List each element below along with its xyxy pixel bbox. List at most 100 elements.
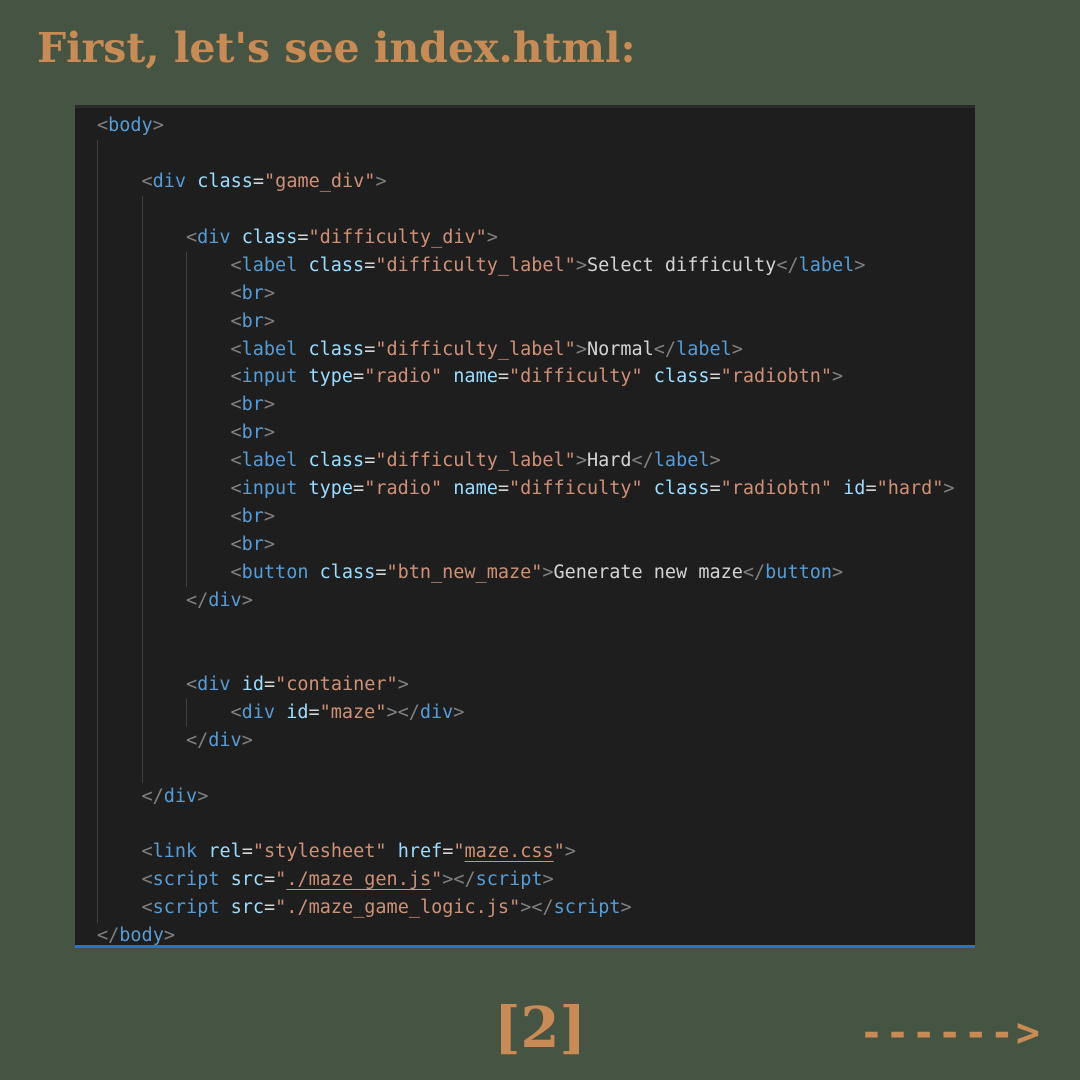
code-token: > bbox=[542, 562, 554, 583]
code-token: div bbox=[419, 701, 454, 723]
code-token: > bbox=[731, 338, 743, 360]
code-line: <br> bbox=[75, 503, 975, 531]
code-token: label bbox=[241, 338, 298, 360]
code-token: div bbox=[208, 729, 242, 751]
code-token: < bbox=[141, 869, 153, 891]
code-token: button bbox=[241, 562, 309, 583]
code-line: <br> bbox=[75, 391, 975, 419]
code-token: input bbox=[241, 366, 298, 388]
indent-guide bbox=[141, 195, 143, 783]
code-token: div bbox=[241, 701, 276, 723]
code-token: label bbox=[798, 254, 855, 276]
code-token: "radiobtn" bbox=[720, 478, 833, 500]
code-line: <div id="maze"></div> bbox=[75, 699, 975, 727]
code-token: < bbox=[230, 506, 242, 528]
code-token: "maze" bbox=[319, 701, 387, 723]
code-token: </ bbox=[186, 589, 209, 611]
code-token: = bbox=[364, 254, 376, 276]
code-token: "difficulty" bbox=[509, 366, 643, 388]
code-token: type bbox=[308, 478, 354, 500]
code-token: Generate new maze bbox=[553, 562, 743, 583]
code-token: > bbox=[263, 422, 276, 444]
code-token: > bbox=[241, 589, 253, 611]
next-arrow-icon[interactable]: ------> bbox=[859, 1010, 1042, 1056]
code-token: = bbox=[308, 701, 320, 723]
code-token: script bbox=[553, 897, 621, 919]
code-token: script bbox=[475, 869, 543, 891]
code-token: br bbox=[241, 422, 264, 444]
code-token: class bbox=[308, 254, 365, 276]
code-line: </div> bbox=[75, 727, 975, 755]
code-token: "game_div" bbox=[264, 170, 376, 192]
code-token: > bbox=[163, 925, 175, 947]
code-token: class bbox=[241, 226, 298, 248]
code-token: = bbox=[364, 450, 376, 472]
code-token: > bbox=[375, 170, 387, 192]
code-line: <div class="game_div"> bbox=[75, 168, 975, 196]
code-token: id bbox=[241, 673, 264, 695]
code-token: "hard" bbox=[876, 478, 944, 500]
code-line: <label class="difficulty_label">Hard</la… bbox=[75, 447, 975, 475]
code-token: "stylesheet" bbox=[252, 841, 387, 863]
code-token: < bbox=[230, 422, 242, 444]
code-token: "container" bbox=[275, 673, 398, 695]
code-token: < bbox=[230, 534, 242, 556]
code-token: button bbox=[765, 562, 832, 583]
code-token: > bbox=[564, 841, 576, 863]
code-token: = bbox=[709, 478, 721, 500]
code-token: < bbox=[230, 282, 242, 304]
code-token: label bbox=[241, 450, 298, 472]
code-token: < bbox=[230, 701, 242, 723]
indent-guide bbox=[186, 251, 187, 588]
code-token: br bbox=[241, 282, 264, 304]
code-token: > bbox=[943, 478, 955, 500]
code-block: <body> <div class="game_div"> <div class="… bbox=[75, 112, 975, 947]
code-token: "btn_new_maze" bbox=[386, 562, 543, 583]
code-token: > bbox=[575, 450, 587, 472]
code-token: < bbox=[97, 115, 109, 136]
code-token: < bbox=[230, 254, 242, 276]
code-token: maze.css bbox=[464, 841, 554, 863]
code-token: label bbox=[676, 338, 732, 360]
code-token: "difficulty_label" bbox=[375, 254, 576, 276]
code-token: > bbox=[263, 394, 276, 416]
code-line: </body> bbox=[75, 922, 975, 947]
code-token: > bbox=[241, 729, 253, 751]
code-line: <script src="./maze_gen.js"></script> bbox=[75, 866, 975, 894]
code-token: = bbox=[264, 897, 276, 919]
code-token: script bbox=[152, 869, 220, 891]
code-line: <input type="radio" name="difficulty" cl… bbox=[75, 475, 975, 503]
code-token: div bbox=[197, 673, 231, 695]
code-token: src bbox=[230, 897, 265, 919]
code-token: = bbox=[241, 841, 253, 863]
code-token: "difficulty_label" bbox=[375, 450, 576, 472]
code-token: > bbox=[397, 673, 409, 695]
code-token: br bbox=[241, 310, 264, 332]
code-token: = bbox=[353, 366, 365, 388]
code-token: br bbox=[241, 534, 264, 556]
code-token: Hard bbox=[586, 450, 632, 472]
code-token: < bbox=[230, 366, 242, 388]
code-token: < bbox=[230, 338, 242, 360]
code-token: class bbox=[308, 450, 365, 472]
code-token: > bbox=[709, 450, 721, 472]
code-token: name bbox=[453, 366, 498, 388]
code-token: " bbox=[275, 869, 287, 891]
indent-guide bbox=[97, 139, 98, 923]
code-token: div bbox=[197, 226, 231, 248]
code-token: > bbox=[263, 534, 276, 556]
code-token: class bbox=[319, 562, 376, 583]
code-token: " bbox=[453, 841, 465, 863]
